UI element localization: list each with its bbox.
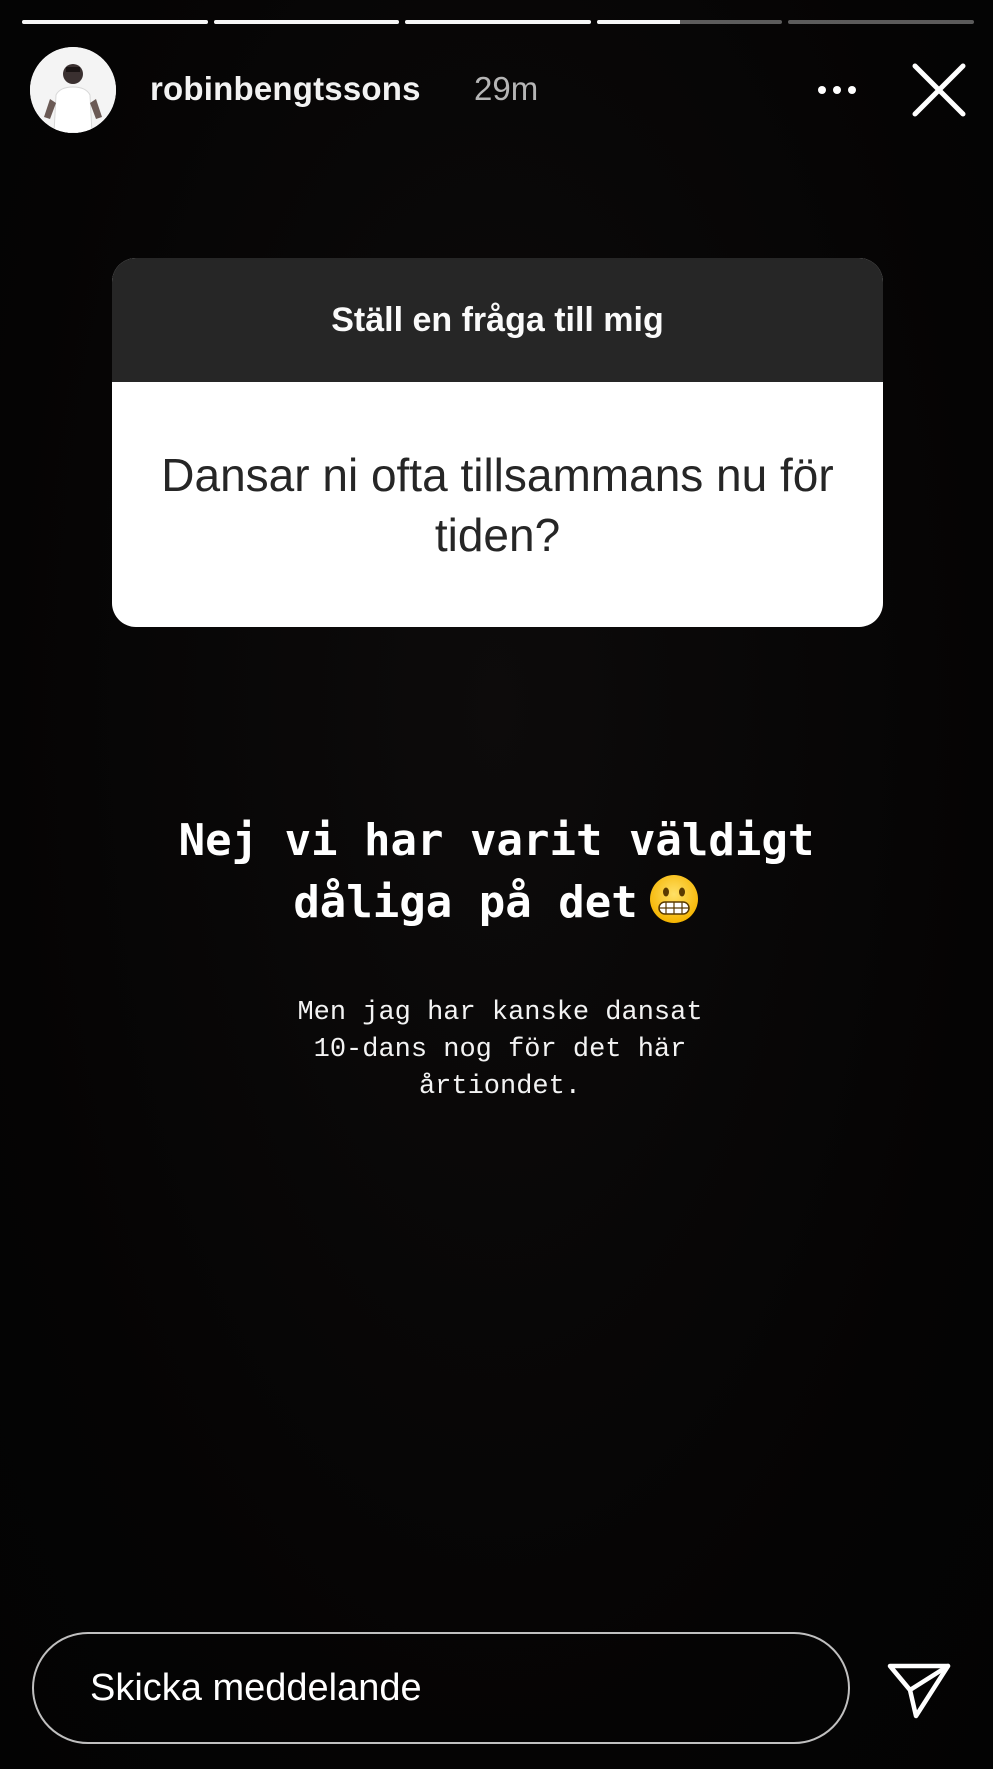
message-placeholder: Skicka meddelande — [90, 1666, 422, 1709]
progress-segment — [22, 20, 208, 24]
answer-text: Nej vi har varit väldigt dåliga på det — [40, 810, 953, 934]
question-text: Dansar ni ofta tillsammans nu för tiden? — [161, 448, 834, 561]
story-header: robinbengtssons 29m — [30, 47, 975, 133]
answer-subtext-line: 10-dans nog för det här — [313, 1035, 687, 1065]
avatar[interactable] — [30, 47, 116, 133]
more-horizontal-icon[interactable] — [813, 72, 861, 108]
progress-segment — [405, 20, 591, 24]
answer-subtext-line: Men jag har kanske dansat — [297, 998, 703, 1028]
grimacing-face-emoji-icon — [649, 875, 698, 923]
story-progress-bar — [22, 20, 974, 25]
answer-subtext-line: årtiondet. — [418, 1072, 582, 1102]
progress-segment — [213, 20, 400, 24]
answer-subtext: Men jag har kanske dansat 10-dans nog fö… — [200, 995, 800, 1106]
question-sticker-title: Ställ en fråga till mig — [112, 258, 883, 382]
time-ago: 29m — [474, 70, 539, 107]
progress-segment — [596, 20, 783, 24]
send-icon[interactable] — [886, 1660, 952, 1720]
answer-line: dåliga på det — [293, 877, 638, 928]
progress-segment — [788, 20, 974, 24]
avatar-image — [30, 47, 116, 133]
answer-line: Nej vi har varit väldigt — [178, 815, 815, 866]
answer-line-with-emoji: dåliga på det — [40, 872, 953, 934]
close-icon[interactable] — [910, 61, 968, 119]
question-sticker: Ställ en fråga till mig Dansar ni ofta t… — [112, 258, 883, 627]
send-message-input[interactable]: Skicka meddelande — [32, 1632, 850, 1744]
username[interactable]: robinbengtssons — [150, 70, 421, 108]
